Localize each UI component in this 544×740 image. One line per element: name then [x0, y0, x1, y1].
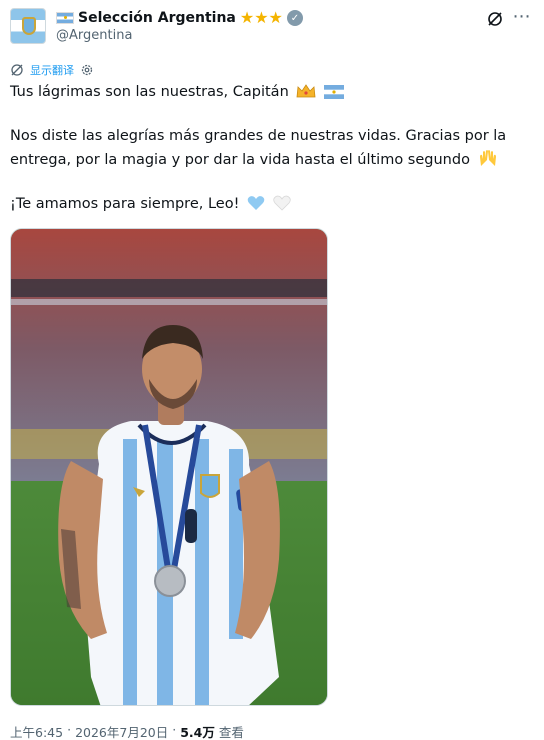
show-translation-label[interactable]: 显示翻译 — [30, 62, 74, 78]
argentina-flag-emoji-icon — [323, 85, 344, 99]
tweet-text: Tus lágrimas son las nuestras, Capitán — [10, 84, 289, 100]
views-label: 查看 — [218, 725, 244, 740]
translate-icon — [11, 64, 23, 76]
argentina-flag-icon — [56, 12, 74, 24]
crest-icon — [22, 17, 36, 35]
meta-separator: · — [172, 722, 177, 737]
tweet-date[interactable]: 2026年7月20日 — [75, 722, 168, 740]
tweet-text: ¡Te amamos para siempre, Leo! — [10, 196, 240, 212]
meta-separator: · — [67, 722, 72, 737]
tweet-text-line-3: ¡Te amamos para siempre, Leo! — [10, 192, 534, 216]
tweet-photo[interactable] — [10, 228, 328, 706]
show-translation-button[interactable]: 显示翻译 — [10, 62, 94, 78]
white-heart-emoji-icon — [272, 195, 291, 211]
tweet-time[interactable]: 上午6:45 — [10, 722, 63, 740]
crown-emoji-icon — [296, 84, 316, 98]
tweet-meta: 上午6:45 · 2026年7月20日 · 5.4万 查看 — [10, 722, 244, 740]
raised-hands-emoji-icon — [479, 150, 496, 166]
grok-icon[interactable] — [486, 10, 504, 28]
photo-image — [11, 229, 327, 705]
tweet-text-line-1: Tus lágrimas son las nuestras, Capitán — [10, 80, 534, 104]
gear-icon[interactable] — [80, 63, 94, 77]
tweet-header: Selección Argentina ★★★ ✓ @Argentina ⋯ — [10, 8, 534, 48]
display-name[interactable]: Selección Argentina — [78, 10, 236, 26]
handle[interactable]: @Argentina — [56, 28, 132, 43]
name-row: Selección Argentina ★★★ ✓ — [56, 8, 303, 28]
blue-heart-emoji-icon — [247, 196, 265, 210]
tweet-text: Nos diste las alegrías más grandes de nu… — [10, 128, 507, 168]
views-count[interactable]: 5.4万 — [180, 722, 215, 740]
verified-badge-icon[interactable]: ✓ — [286, 10, 303, 26]
avatar[interactable] — [10, 8, 46, 44]
stars-badge: ★★★ — [239, 8, 283, 27]
tweet-text-line-2: Nos diste las alegrías más grandes de nu… — [10, 124, 534, 172]
more-options-icon[interactable]: ⋯ — [510, 8, 534, 28]
